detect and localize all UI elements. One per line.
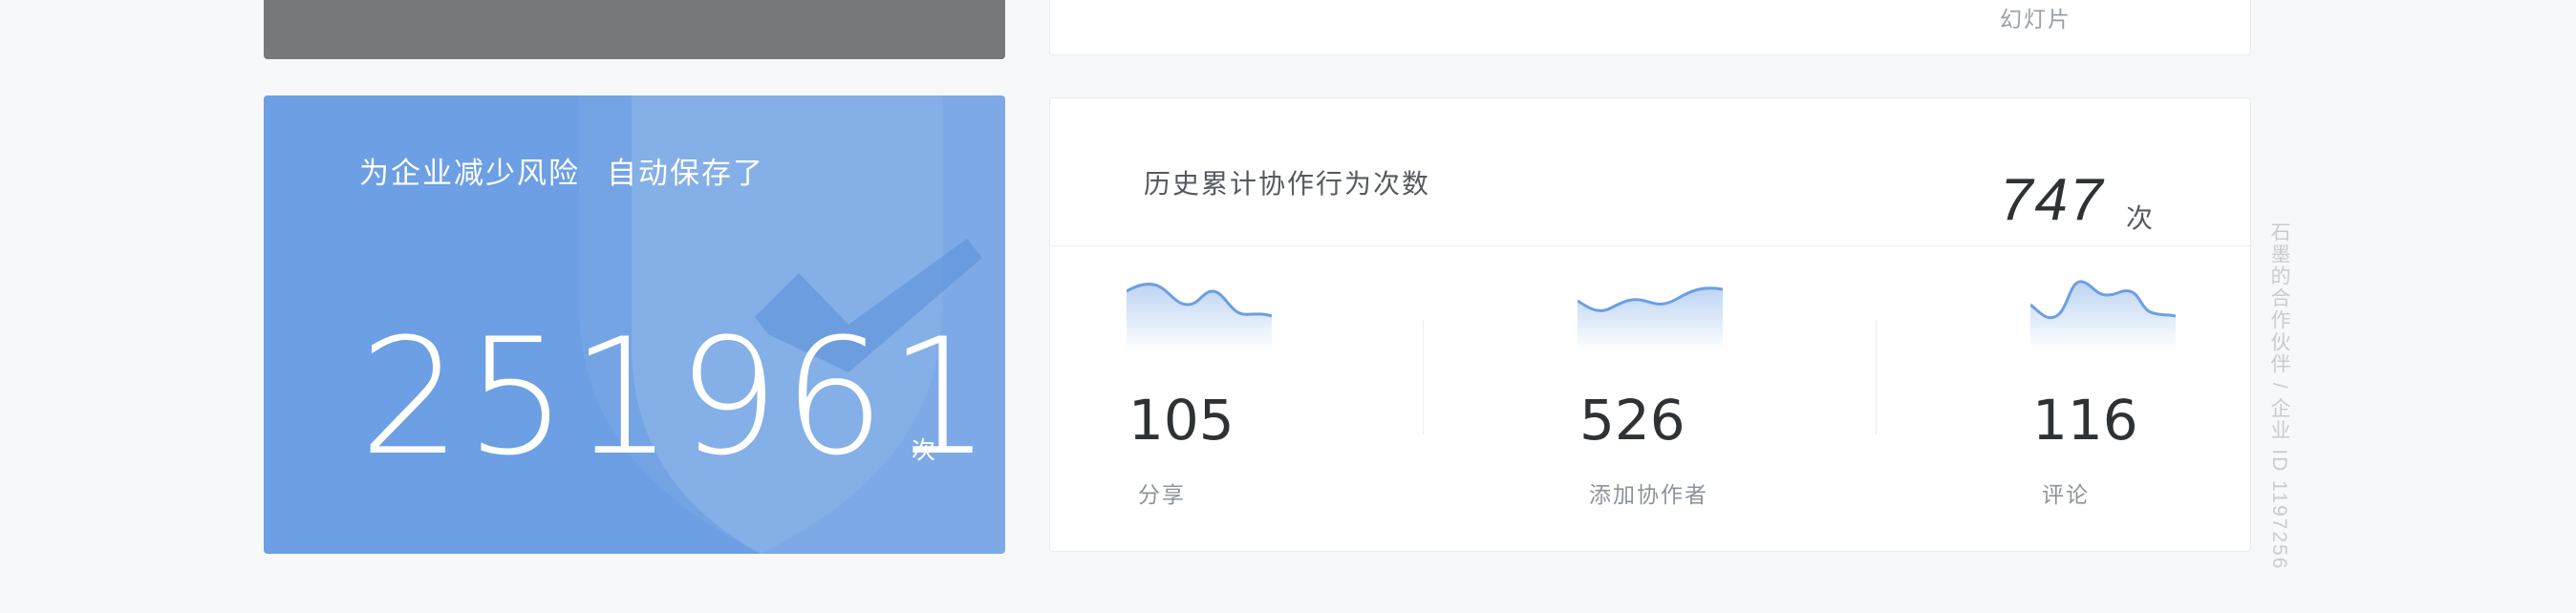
dashboard-page: 幻灯片 为企业减少风险 自动保存了 251961 次 历史累计协作行为次数 747… <box>0 0 2576 613</box>
top-gray-card <box>264 0 1005 59</box>
risk-card-title: 为企业减少风险 自动保存了 <box>359 149 791 192</box>
risk-reduction-card: 为企业减少风险 自动保存了 251961 次 <box>264 95 1005 554</box>
metric-value: 105 <box>1128 388 1234 453</box>
divider <box>1876 320 1877 434</box>
sparkline-chart-icon <box>2030 280 2176 350</box>
metric-value: 526 <box>1579 388 1685 453</box>
metric-label: 评论 <box>2042 482 2090 507</box>
metric-value: 116 <box>2032 388 2138 453</box>
top-stats-card: 幻灯片 <box>1049 0 2251 55</box>
metric-label: 分享 <box>1138 482 1186 507</box>
risk-title-part2: 自动保存了 <box>607 157 764 190</box>
divider <box>1050 245 2250 246</box>
stats-total-unit: 次 <box>2126 203 2154 233</box>
metric-share: 105 分享 <box>1127 280 1413 528</box>
risk-title-part1: 为企业减少风险 <box>359 157 580 190</box>
slides-label: 幻灯片 <box>2000 7 2072 32</box>
stats-title: 历史累计协作行为次数 <box>1144 169 1431 199</box>
stats-total: 747 <box>2000 167 2105 233</box>
sparkline-chart-icon <box>1578 286 1723 350</box>
sparkline-chart-icon <box>1127 283 1272 350</box>
metric-label: 添加协作者 <box>1589 482 1708 507</box>
divider <box>1423 320 1424 434</box>
collaboration-stats-card: 历史累计协作行为次数 747 次 105 分享 526 添加协作者 116 评论 <box>1049 97 2251 552</box>
autosave-unit: 次 <box>912 437 936 464</box>
watermark-text: 石墨的合作伙伴 / 企业 ID 1197256 <box>2268 222 2290 571</box>
autosave-count: 251961 <box>359 304 996 491</box>
metric-add-collaborator: 526 添加协作者 <box>1578 280 1864 528</box>
